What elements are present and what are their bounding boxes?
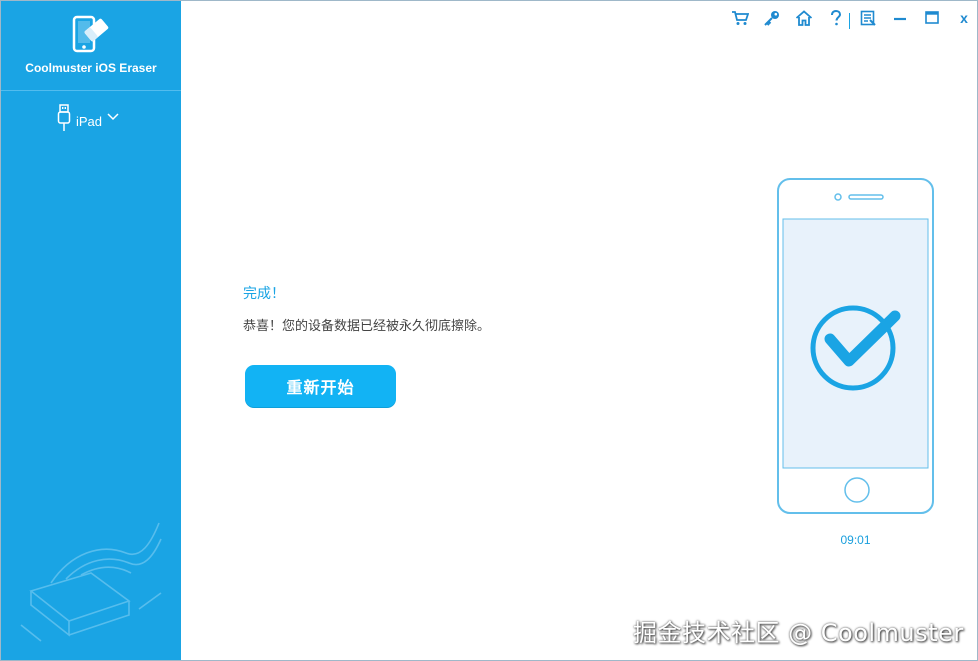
help-icon[interactable] xyxy=(826,9,846,27)
toolbar-separator xyxy=(849,13,850,29)
device-name: iPad xyxy=(76,113,103,129)
status-message: 恭喜！您的设备数据已经被永久彻底擦除。 xyxy=(243,319,491,334)
watermark: 掘金技术社区 @ Coolmuster xyxy=(633,619,964,647)
status-title: 完成！ xyxy=(243,286,285,302)
phone-screen xyxy=(782,218,929,469)
phone-illustration xyxy=(777,178,934,514)
app-window: Coolmuster iOS Eraser iPad x 完成！ 恭喜！您的设备… xyxy=(0,0,978,661)
usb-icon xyxy=(57,104,71,131)
phone-time: 09:01 xyxy=(840,533,871,547)
close-icon[interactable]: x xyxy=(954,9,974,27)
app-logo-icon xyxy=(72,15,109,53)
minimize-icon[interactable] xyxy=(890,9,910,27)
device-selector[interactable]: iPad xyxy=(57,103,119,133)
maximize-icon[interactable] xyxy=(922,9,942,27)
app-title: Coolmuster iOS Eraser xyxy=(25,61,157,75)
sidebar-divider xyxy=(1,90,181,91)
key-icon[interactable] xyxy=(762,9,782,27)
close-label: x xyxy=(960,10,968,26)
restart-button[interactable]: 重新开始 xyxy=(245,365,396,407)
cart-icon[interactable] xyxy=(730,9,750,27)
feedback-icon[interactable] xyxy=(858,9,878,27)
chevron-down-icon xyxy=(107,113,119,121)
sidebar: Coolmuster iOS Eraser iPad xyxy=(1,1,181,660)
eraser-decoration-icon xyxy=(20,522,162,642)
home-icon[interactable] xyxy=(794,9,814,27)
